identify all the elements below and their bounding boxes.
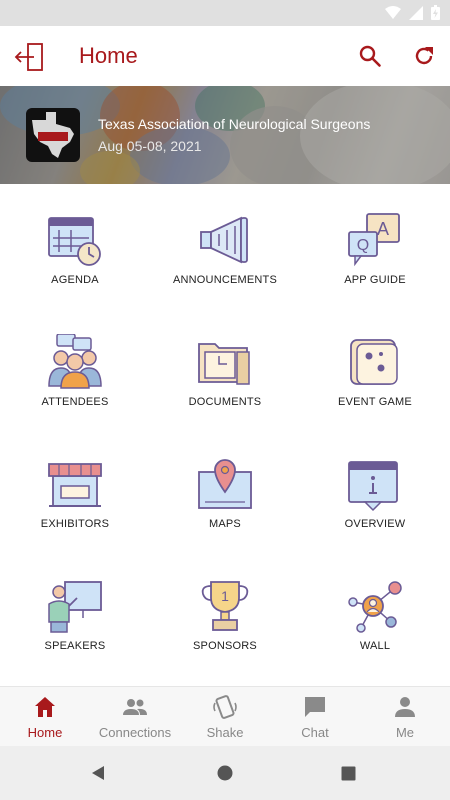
tile-label: AGENDA: [51, 274, 99, 286]
tile-announcements[interactable]: ANNOUNCEMENTS: [150, 184, 300, 304]
map-pin-icon: [198, 459, 252, 509]
tile-event-game[interactable]: EVENT GAME: [300, 306, 450, 426]
nav-home[interactable]: Home: [0, 687, 90, 747]
info-window-icon: [348, 461, 398, 512]
tile-label: ATTENDEES: [41, 396, 109, 408]
svg-text:Q: Q: [357, 237, 369, 254]
wifi-icon: [385, 5, 401, 19]
app-bar: Home: [0, 26, 450, 86]
home-icon: [35, 697, 55, 717]
nav-label: Home: [27, 725, 63, 740]
tile-documents[interactable]: DOCUMENTS: [150, 306, 300, 426]
svg-text:1: 1: [221, 588, 229, 604]
texas-map-icon: [32, 112, 74, 158]
status-icons: [385, 5, 440, 20]
folder-icon: [198, 343, 250, 385]
status-bar: [0, 0, 450, 26]
tile-label: SPONSORS: [193, 640, 257, 652]
tile-app-guide[interactable]: A Q APP GUIDE: [300, 184, 450, 304]
megaphone-icon: [200, 216, 248, 264]
signal-icon: [409, 5, 423, 20]
storefront-icon: [48, 463, 102, 507]
home-circle-icon[interactable]: [217, 765, 233, 781]
network-icon: [348, 581, 402, 633]
tile-exhibitors[interactable]: EXHIBITORS: [0, 428, 150, 548]
tile-maps[interactable]: MAPS: [150, 428, 300, 548]
exit-icon[interactable]: [14, 42, 46, 72]
tile-agenda[interactable]: AGENDA: [0, 184, 150, 304]
presenter-icon: [48, 581, 102, 633]
search-icon[interactable]: [358, 44, 382, 68]
qa-bubbles-icon: A Q: [348, 213, 400, 267]
page-title: Home: [79, 43, 138, 68]
nav-shake[interactable]: Shake: [180, 687, 270, 747]
nav-label: Chat: [301, 725, 329, 740]
event-banner[interactable]: Texas Association of Neurological Surgeo…: [0, 86, 450, 184]
nav-connections[interactable]: Connections: [90, 687, 180, 747]
calendar-clock-icon: [48, 217, 101, 266]
tile-label: WALL: [359, 640, 391, 652]
tans-logo: [26, 108, 80, 162]
bottom-navigation: Home Connections Shake Chat Me: [0, 686, 450, 746]
dice-icon: [350, 339, 398, 385]
nav-label: Me: [395, 725, 415, 740]
system-navigation-bar: [0, 746, 450, 800]
people-group-icon: [48, 334, 102, 389]
trophy-icon: 1: [201, 581, 249, 631]
tile-label: SPEAKERS: [44, 640, 106, 652]
tile-label: EVENT GAME: [338, 396, 412, 408]
recents-icon[interactable]: [341, 766, 356, 781]
event-dates: Aug 05-08, 2021: [98, 138, 202, 154]
chat-icon: [305, 697, 325, 717]
back-icon[interactable]: [90, 765, 106, 781]
shake-phone-icon: [213, 695, 237, 719]
tile-label: OVERVIEW: [344, 518, 406, 530]
nav-label: Connections: [98, 725, 172, 740]
tile-label: DOCUMENTS: [188, 396, 262, 408]
refresh-icon[interactable]: [412, 44, 436, 68]
nav-me[interactable]: Me: [360, 687, 450, 747]
tile-sponsors[interactable]: 1 SPONSORS: [150, 550, 300, 670]
tile-label: ANNOUNCEMENTS: [172, 274, 278, 286]
person-icon: [395, 697, 415, 717]
tile-overview[interactable]: OVERVIEW: [300, 428, 450, 548]
nav-label: Shake: [206, 725, 244, 740]
people-icon: [123, 699, 147, 715]
battery-icon: [431, 5, 440, 20]
tile-label: APP GUIDE: [344, 274, 406, 286]
svg-text:A: A: [377, 219, 389, 239]
tile-label: MAPS: [209, 518, 241, 530]
organization-name: Texas Association of Neurological Surgeo…: [98, 116, 371, 132]
tile-attendees[interactable]: ATTENDEES: [0, 306, 150, 426]
tile-label: EXHIBITORS: [40, 518, 110, 530]
nav-chat[interactable]: Chat: [270, 687, 360, 747]
tile-speakers[interactable]: SPEAKERS: [0, 550, 150, 670]
feature-grid: AGENDA ANNOUNCEMENTS A Q APP GUIDE ATTEN…: [0, 184, 450, 686]
tile-wall[interactable]: WALL: [300, 550, 450, 670]
